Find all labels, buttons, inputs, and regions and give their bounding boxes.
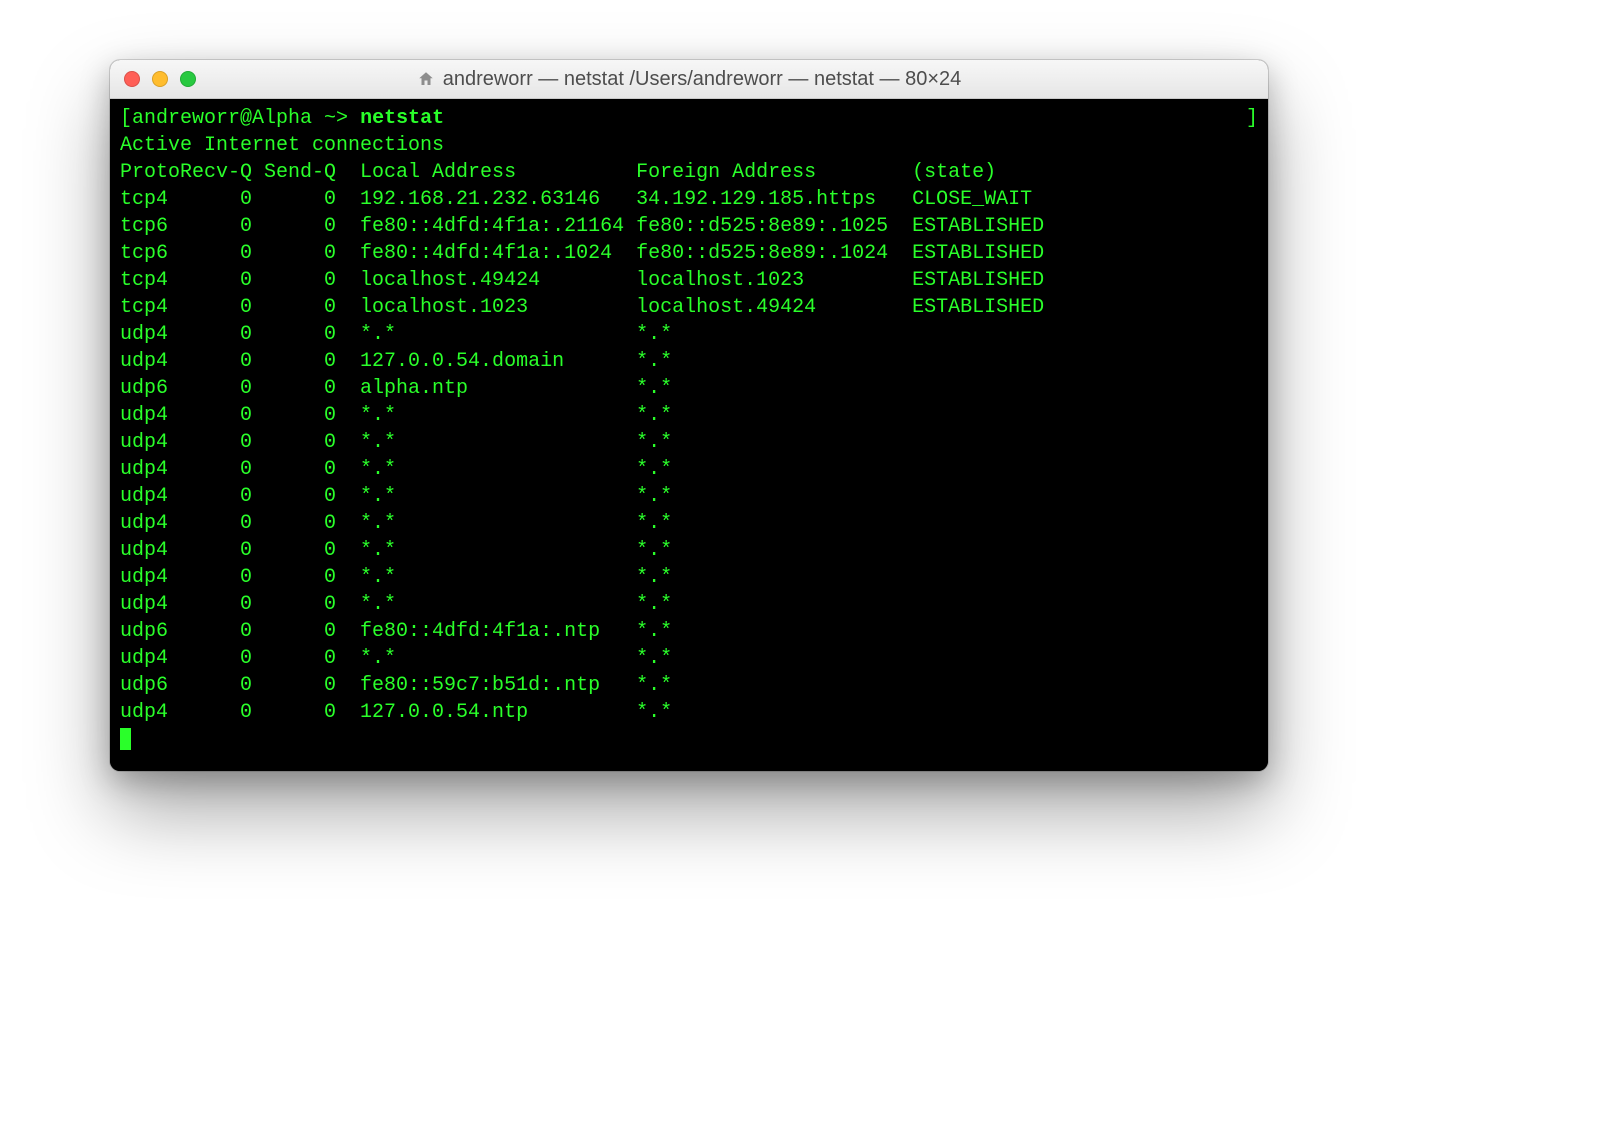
- prompt-command: netstat: [360, 107, 444, 130]
- table-row: udp4 0 0 *.* *.*: [120, 321, 1258, 348]
- close-button[interactable]: [124, 71, 140, 87]
- maximize-button[interactable]: [180, 71, 196, 87]
- terminal-window: andreworr — netstat /Users/andreworr — n…: [110, 60, 1268, 771]
- table-row: udp4 0 0 127.0.0.54.ntp *.*: [120, 699, 1258, 726]
- prompt-user-host: andreworr@Alpha: [132, 107, 312, 130]
- home-icon: [417, 70, 435, 88]
- table-row: tcp4 0 0 localhost.1023 localhost.49424 …: [120, 294, 1258, 321]
- table-row: udp4 0 0 *.* *.*: [120, 429, 1258, 456]
- table-row: udp4 0 0 *.* *.*: [120, 591, 1258, 618]
- table-row: tcp6 0 0 fe80::4dfd:4f1a:.1024 fe80::d52…: [120, 240, 1258, 267]
- table-row: udp6 0 0 fe80::4dfd:4f1a:.ntp *.*: [120, 618, 1258, 645]
- table-row: tcp4 0 0 localhost.49424 localhost.1023 …: [120, 267, 1258, 294]
- output-heading: Active Internet connections: [120, 132, 1258, 159]
- table-row: udp6 0 0 fe80::59c7:b51d:.ntp *.*: [120, 672, 1258, 699]
- table-row: udp4 0 0 *.* *.*: [120, 537, 1258, 564]
- terminal-cursor: [120, 728, 131, 750]
- window-title: andreworr — netstat /Users/andreworr — n…: [443, 68, 962, 91]
- table-header: ProtoRecv-Q Send-Q Local Address Foreign…: [120, 159, 1258, 186]
- table-row: udp4 0 0 *.* *.*: [120, 510, 1258, 537]
- table-row: udp4 0 0 *.* *.*: [120, 645, 1258, 672]
- terminal-body[interactable]: [andreworr@Alpha ~> netstat]Active Inter…: [110, 99, 1268, 771]
- prompt-path-sep: ~>: [312, 107, 360, 130]
- bracket-open: [: [120, 107, 132, 130]
- minimize-button[interactable]: [152, 71, 168, 87]
- table-row: udp6 0 0 alpha.ntp *.*: [120, 375, 1258, 402]
- table-row: udp4 0 0 127.0.0.54.domain *.*: [120, 348, 1258, 375]
- table-row: udp4 0 0 *.* *.*: [120, 402, 1258, 429]
- bracket-close: ]: [1246, 105, 1258, 132]
- table-row: tcp4 0 0 192.168.21.232.63146 34.192.129…: [120, 186, 1258, 213]
- table-row: tcp6 0 0 fe80::4dfd:4f1a:.21164 fe80::d5…: [120, 213, 1258, 240]
- table-row: udp4 0 0 *.* *.*: [120, 564, 1258, 591]
- table-row: udp4 0 0 *.* *.*: [120, 456, 1258, 483]
- table-row: udp4 0 0 *.* *.*: [120, 483, 1258, 510]
- traffic-lights: [110, 71, 196, 87]
- titlebar[interactable]: andreworr — netstat /Users/andreworr — n…: [110, 60, 1268, 99]
